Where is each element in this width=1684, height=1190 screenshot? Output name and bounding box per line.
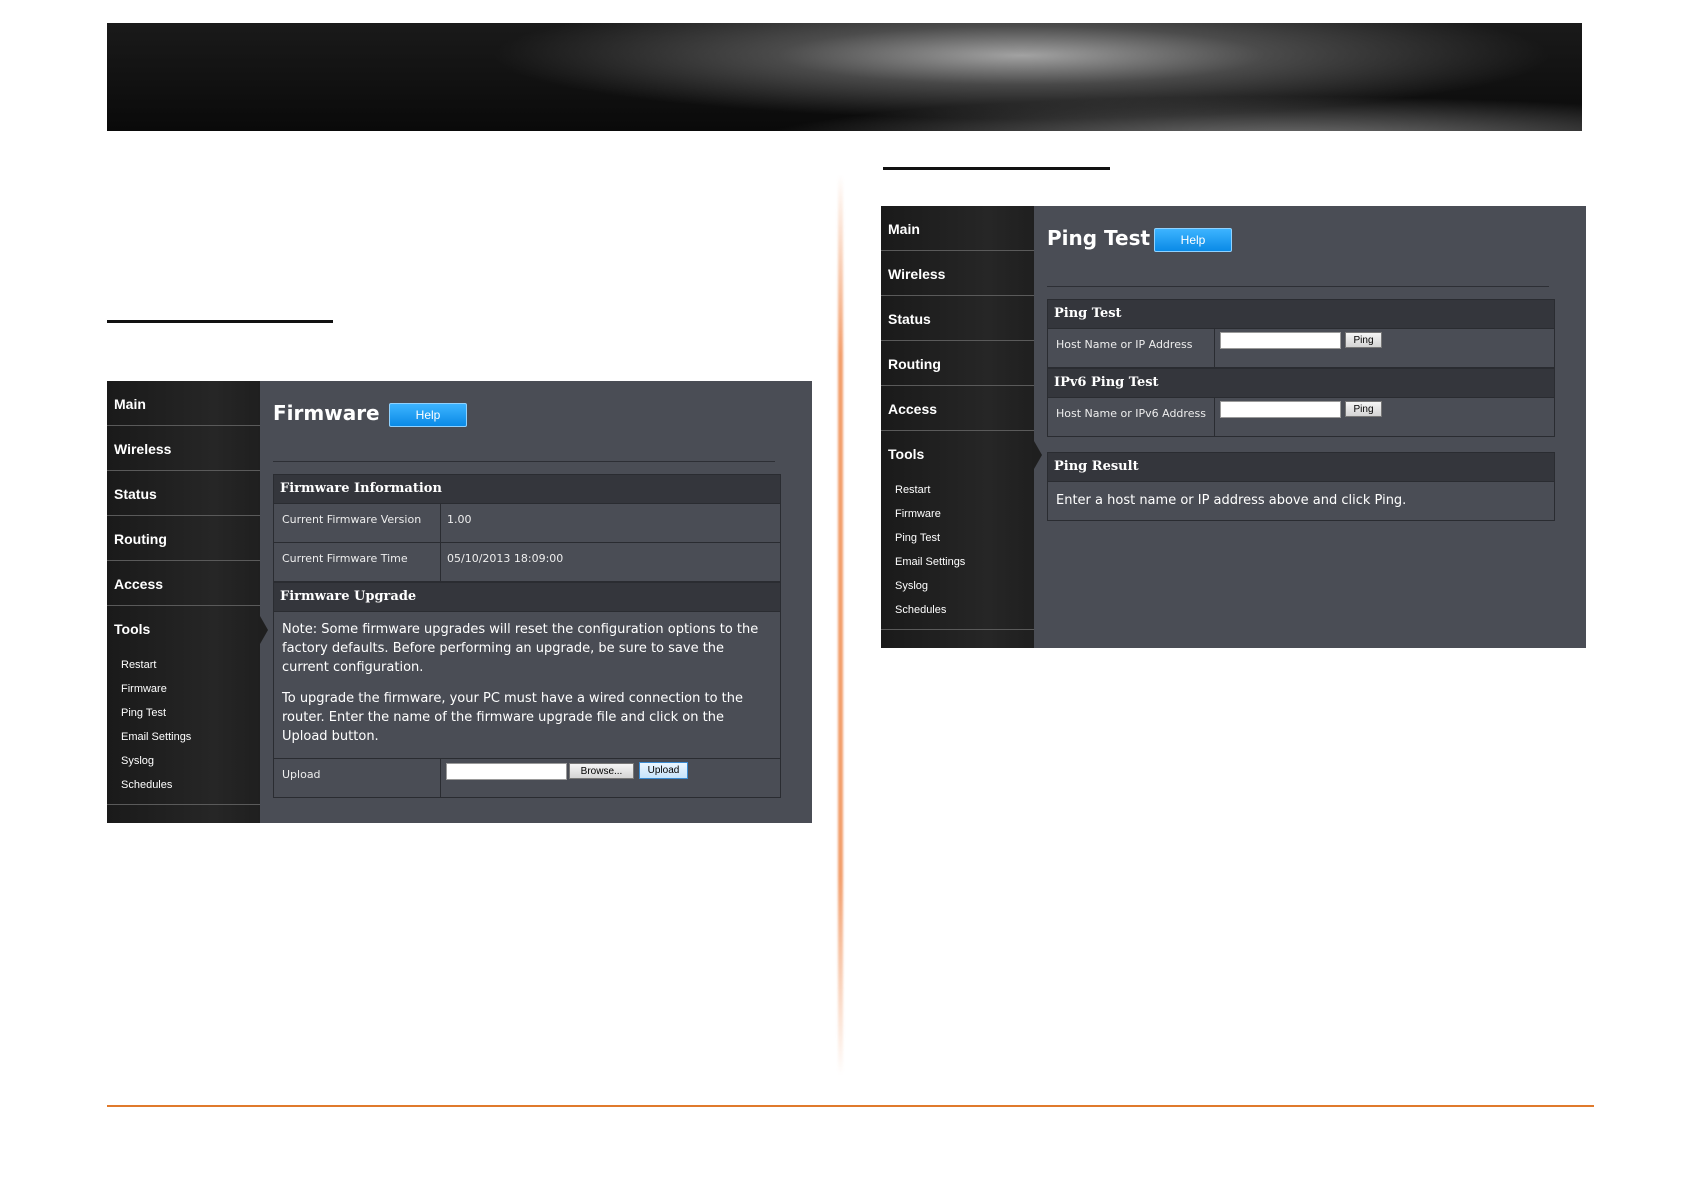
firmware-upgrade-header: Firmware Upgrade (274, 583, 780, 612)
nav-wireless[interactable]: Wireless (107, 426, 260, 471)
ipv6-ping-header: IPv6 Ping Test (1048, 368, 1554, 398)
header-banner (107, 23, 1582, 131)
subnav-syslog[interactable]: Syslog (121, 750, 260, 774)
version-label: Current Firmware Version (274, 504, 441, 542)
subnav-ping-test[interactable]: Ping Test (121, 702, 260, 726)
page-title: Ping Test (1047, 226, 1151, 250)
nav-tools[interactable]: Tools (107, 606, 268, 650)
nav-access[interactable]: Access (107, 561, 260, 606)
browse-button[interactable]: Browse... (569, 763, 634, 779)
host-controls: Ping (1215, 329, 1554, 367)
tools-subnav: Restart Firmware Ping Test Email Setting… (107, 650, 260, 805)
host-input[interactable] (1220, 332, 1341, 349)
sidebar-nav: Main Wireless Status Routing Access Tool… (881, 206, 1042, 648)
host6-controls: Ping (1215, 398, 1554, 436)
subnav-schedules[interactable]: Schedules (121, 774, 260, 798)
page-title: Firmware (273, 401, 380, 425)
version-value: 1.00 (447, 513, 472, 526)
host6-input[interactable] (1220, 401, 1341, 418)
subnav-email-settings[interactable]: Email Settings (895, 551, 1034, 575)
subnav-firmware[interactable]: Firmware (121, 678, 260, 702)
nav-wireless[interactable]: Wireless (881, 251, 1034, 296)
upgrade-note: Note: Some firmware upgrades will reset … (274, 612, 780, 759)
section-heading-underline-left (107, 320, 333, 323)
upload-row: Upload Browse... Upload (274, 759, 780, 797)
upload-label: Upload (274, 759, 441, 797)
firmware-info-header: Firmware Information (274, 475, 780, 504)
subnav-schedules[interactable]: Schedules (895, 599, 1034, 623)
help-button[interactable]: Help (389, 403, 467, 427)
upgrade-note-2: To upgrade the firmware, your PC must ha… (282, 691, 744, 744)
subnav-firmware[interactable]: Firmware (895, 503, 1034, 527)
title-rule (1047, 286, 1549, 287)
firmware-upgrade-table: Firmware Upgrade Note: Some firmware upg… (273, 582, 781, 798)
host6-label: Host Name or IPv6 Address (1048, 398, 1215, 436)
table-row: Host Name or IPv6 Address Ping (1048, 398, 1554, 436)
subnav-syslog[interactable]: Syslog (895, 575, 1034, 599)
firmware-screenshot: Main Wireless Status Routing Access Tool… (107, 381, 812, 823)
title-rule (273, 461, 775, 462)
subnav-restart[interactable]: Restart (121, 654, 260, 678)
ping-test-table: Ping Test Host Name or IP Address Ping I… (1047, 299, 1555, 437)
ping-result-table: Ping Result Enter a host name or IP addr… (1047, 452, 1555, 521)
section-heading-underline-right (883, 167, 1110, 170)
nav-status[interactable]: Status (881, 296, 1034, 341)
ping-result-text: Enter a host name or IP address above an… (1056, 493, 1407, 508)
ping-result-header: Ping Result (1048, 453, 1554, 482)
file-path-field[interactable] (446, 763, 567, 780)
upgrade-note-1: Note: Some firmware upgrades will reset … (282, 622, 759, 675)
subnav-ping-test[interactable]: Ping Test (895, 527, 1034, 551)
help-button[interactable]: Help (1154, 228, 1232, 252)
sidebar-nav: Main Wireless Status Routing Access Tool… (107, 381, 268, 823)
ping-test-screenshot: Main Wireless Status Routing Access Tool… (881, 206, 1586, 648)
upload-button[interactable]: Upload (639, 762, 688, 779)
ping-button[interactable]: Ping (1345, 332, 1382, 348)
firmware-content: Firmware Help Firmware Information Curre… (260, 381, 812, 823)
subnav-email-settings[interactable]: Email Settings (121, 726, 260, 750)
time-value: 05/10/2013 18:09:00 (447, 552, 564, 565)
subnav-restart[interactable]: Restart (895, 479, 1034, 503)
nav-tools[interactable]: Tools (881, 431, 1042, 475)
nav-main[interactable]: Main (881, 206, 1034, 251)
table-row: Current Firmware Version 1.00 (274, 504, 780, 543)
footer-line (107, 1105, 1594, 1107)
table-row: Current Firmware Time 05/10/2013 18:09:0… (274, 543, 780, 581)
nav-routing[interactable]: Routing (107, 516, 260, 561)
ping6-button[interactable]: Ping (1345, 401, 1382, 417)
ping-content: Ping Test Help Ping Test Host Name or IP… (1034, 206, 1586, 648)
host-label: Host Name or IP Address (1048, 329, 1215, 367)
nav-routing[interactable]: Routing (881, 341, 1034, 386)
nav-main[interactable]: Main (107, 381, 260, 426)
column-divider (838, 175, 843, 1075)
firmware-info-table: Firmware Information Current Firmware Ve… (273, 474, 781, 582)
nav-access[interactable]: Access (881, 386, 1034, 431)
nav-status[interactable]: Status (107, 471, 260, 516)
tools-subnav: Restart Firmware Ping Test Email Setting… (881, 475, 1034, 630)
time-label: Current Firmware Time (274, 543, 441, 581)
ping-test-header: Ping Test (1048, 300, 1554, 329)
table-row: Host Name or IP Address Ping (1048, 329, 1554, 368)
upload-controls: Browse... Upload (441, 759, 780, 797)
